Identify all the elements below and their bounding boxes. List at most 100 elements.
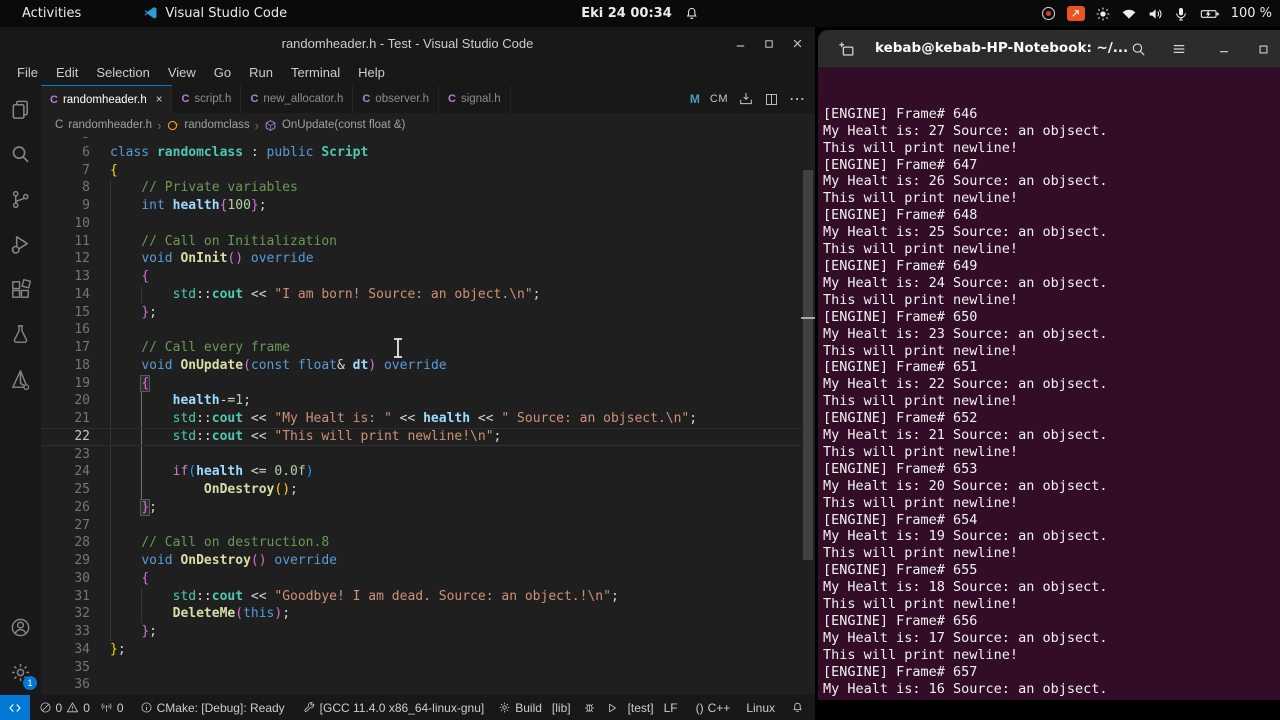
extensions-icon[interactable] <box>0 267 41 312</box>
code-line-36[interactable]: 36 <box>41 676 815 694</box>
terminal-maximize-button[interactable] <box>1249 35 1277 63</box>
code-line-14[interactable]: 14 std::cout << "I am born! Source: an o… <box>41 286 815 304</box>
menu-run[interactable]: Run <box>240 65 282 80</box>
maximize-button[interactable] <box>762 37 776 51</box>
line-content: }; <box>141 624 157 639</box>
code-line-35[interactable]: 35 <box>41 659 815 677</box>
breadcrumb-class[interactable]: randomclass <box>184 119 249 131</box>
launch-target-icon[interactable] <box>601 702 623 714</box>
tab-label: randomheader.h <box>62 93 147 106</box>
tab-observer.h[interactable]: Cobserver.h <box>353 85 439 113</box>
tab-new_allocator.h[interactable]: Cnew_allocator.h <box>241 85 354 113</box>
source-control-icon[interactable] <box>0 177 41 222</box>
code-line-21[interactable]: 21 std::cout << "My Healt is: " << healt… <box>41 410 815 428</box>
code-line-8[interactable]: 8 // Private variables <box>41 179 815 197</box>
notifications-bell-icon[interactable] <box>786 701 809 714</box>
code-line-30[interactable]: 30 { <box>41 570 815 588</box>
code-line-18[interactable]: 18 void OnUpdate(const float& dt) overri… <box>41 357 815 375</box>
code-line-26[interactable]: 26 }; <box>41 498 815 517</box>
terminal-minimize-button[interactable] <box>1210 35 1238 63</box>
code-line-20[interactable]: 20 health-=1; <box>41 392 815 410</box>
cmake-cm-indicator[interactable]: CM <box>710 93 728 105</box>
close-button[interactable] <box>790 36 805 51</box>
class-symbol-icon <box>166 119 179 132</box>
code-line-31[interactable]: 31 std::cout << "Goodbye! I am dead. Sou… <box>41 588 815 606</box>
problems-indicator[interactable]: 0 0 <box>34 701 95 715</box>
code-line-32[interactable]: 32 DeleteMe(this); <box>41 605 815 623</box>
menu-help[interactable]: Help <box>349 65 394 80</box>
explorer-icon[interactable] <box>0 87 41 132</box>
code-line-19[interactable]: 19 { <box>41 374 815 393</box>
code-line-11[interactable]: 11 // Call on Initialization <box>41 233 815 251</box>
search-icon[interactable] <box>0 132 41 177</box>
focused-app-indicator[interactable]: Visual Studio Code <box>143 6 287 21</box>
menu-view[interactable]: View <box>159 65 205 80</box>
tab-signal.h[interactable]: Csignal.h <box>439 85 511 113</box>
accounts-icon[interactable] <box>0 605 41 650</box>
menu-terminal[interactable]: Terminal <box>282 65 349 80</box>
code-line-6[interactable]: 6 class randomclass : public Script <box>41 144 815 162</box>
code-line-17[interactable]: 17 // Call every frame <box>41 339 815 357</box>
breadcrumb-method[interactable]: OnUpdate(const float &) <box>282 119 405 131</box>
code-line-9[interactable]: 9 int health{100}; <box>41 197 815 215</box>
minimize-button[interactable] <box>733 36 748 51</box>
menu-selection[interactable]: Selection <box>87 65 158 80</box>
build-target[interactable]: [lib] <box>547 701 576 715</box>
menu-file[interactable]: File <box>8 65 47 80</box>
tab-close-icon[interactable]: × <box>156 94 163 106</box>
code-line-10[interactable]: 10 <box>41 215 815 233</box>
launch-target[interactable]: [test] <box>623 701 659 715</box>
new-tab-icon[interactable] <box>832 35 860 63</box>
code-line-15[interactable]: 15 }; <box>41 304 815 322</box>
code-line-22[interactable]: 22 std::cout << "This will print newline… <box>41 427 815 446</box>
vscode-titlebar[interactable]: randomheader.h - Test - Visual Studio Co… <box>0 27 815 60</box>
tab-script.h[interactable]: Cscript.h <box>172 85 242 113</box>
menu-go[interactable]: Go <box>205 65 240 80</box>
code-editor[interactable]: 56class randomclass : public Script7{8 /… <box>41 137 815 695</box>
code-line-28[interactable]: 28 // Call on destruction.8 <box>41 534 815 552</box>
clock[interactable]: Eki 24 00:34 <box>581 6 672 21</box>
code-line-16[interactable]: 16 <box>41 321 815 339</box>
settings-gear-icon[interactable]: 1 <box>0 650 41 695</box>
terminal-titlebar[interactable]: kebab@kebab-HP-Notebook: ~/... <box>818 30 1280 68</box>
eol-indicator[interactable]: LF <box>659 701 683 715</box>
language-mode[interactable]: () C++ <box>691 701 736 715</box>
code-line-5[interactable]: 5 <box>41 137 815 144</box>
split-editor-icon[interactable] <box>764 92 779 107</box>
editor-scrollbar[interactable] <box>801 137 815 695</box>
cmake-icon[interactable] <box>0 357 41 402</box>
code-line-27[interactable]: 27 <box>41 517 815 535</box>
line-number: 9 <box>82 198 90 213</box>
os-indicator[interactable]: Linux <box>741 701 780 715</box>
terminal-search-icon[interactable] <box>1124 35 1152 63</box>
run-debug-icon[interactable] <box>0 222 41 267</box>
code-line-13[interactable]: 13 { <box>41 268 815 286</box>
cmake-status[interactable]: CMake: [Debug]: Ready <box>135 701 290 715</box>
cmake-kit[interactable]: [GCC 11.4.0 x86_64-linux-gnu] <box>298 701 490 715</box>
menu-edit[interactable]: Edit <box>47 65 87 80</box>
code-line-24[interactable]: 24 if(health <= 0.0f) <box>41 463 815 481</box>
cmake-m-indicator[interactable]: M <box>690 92 700 106</box>
testing-icon[interactable] <box>0 312 41 357</box>
notification-bell-icon[interactable] <box>684 6 699 21</box>
code-line-25[interactable]: 25 OnDestroy(); <box>41 481 815 499</box>
code-line-7[interactable]: 7{ <box>41 162 815 180</box>
build-button[interactable]: Build <box>493 701 547 715</box>
install-icon[interactable] <box>738 91 754 107</box>
code-line-12[interactable]: 12 void OnInit() override <box>41 250 815 268</box>
terminal-output[interactable]: [ENGINE] Frame# 646 My Healt is: 27 Sourc… <box>818 68 1280 700</box>
tab-randomheader.h[interactable]: Crandomheader.h × <box>41 85 173 113</box>
activities-button[interactable]: Activities <box>22 6 81 21</box>
hamburger-menu-icon[interactable] <box>1165 35 1193 63</box>
system-tray[interactable]: 100 % <box>1040 0 1272 27</box>
remote-indicator[interactable] <box>0 695 30 720</box>
code-line-23[interactable]: 23 <box>41 446 815 464</box>
more-actions-icon[interactable]: ⋯ <box>789 89 805 109</box>
debug-target-icon[interactable] <box>578 701 601 714</box>
ports-indicator[interactable]: 0 <box>95 701 129 715</box>
code-line-33[interactable]: 33 }; <box>41 623 815 641</box>
code-line-34[interactable]: 34}; <box>41 641 815 659</box>
scrollbar-thumb[interactable] <box>803 170 813 560</box>
breadcrumb-file[interactable]: randomheader.h <box>68 119 152 131</box>
code-line-29[interactable]: 29 void OnDestroy() override <box>41 552 815 570</box>
